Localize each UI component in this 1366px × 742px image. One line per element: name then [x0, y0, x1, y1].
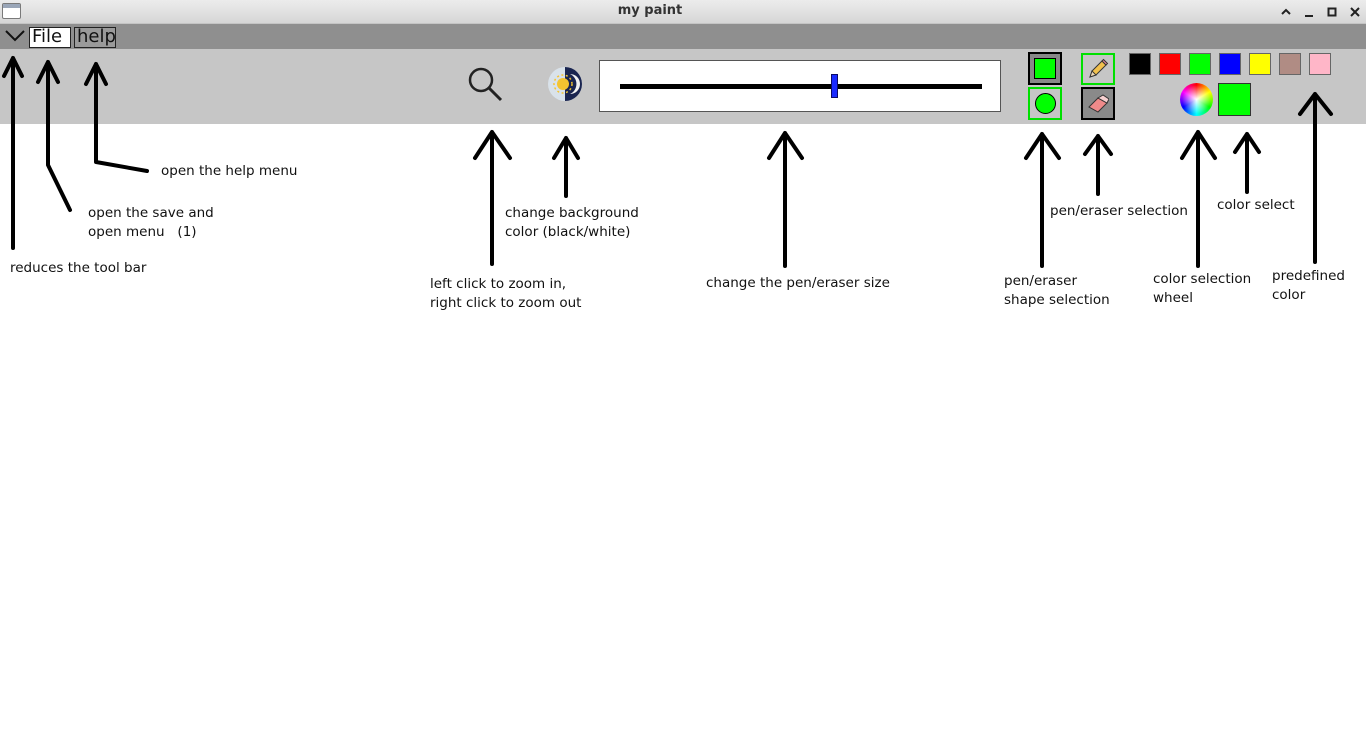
arrow-predefined [1298, 92, 1333, 264]
arrow-pen-eraser [1083, 134, 1113, 196]
arrow-wheel [1180, 130, 1217, 268]
note-shape: pen/eraser shape selection [1004, 273, 1110, 308]
app-window: my paint File help reduces the tool bar … [0, 0, 1366, 742]
arrow-shape [1024, 132, 1061, 268]
note-size: change the pen/eraser size [706, 275, 890, 291]
arrow-size [767, 131, 804, 268]
arrow-file-menu [36, 60, 72, 212]
note-reduce-toolbar: reduces the tool bar [10, 260, 147, 276]
arrow-zoom [473, 130, 512, 266]
note-zoom: left click to zoom in, right click to zo… [430, 276, 582, 311]
arrow-background [552, 136, 580, 198]
note-color-select: color select [1217, 197, 1295, 213]
annotation-arrows [2, 56, 1333, 268]
arrow-color-select [1233, 132, 1261, 194]
note-background: change background color (black/white) [505, 205, 639, 240]
note-pen-eraser: pen/eraser selection [1050, 203, 1188, 219]
arrow-reduce-toolbar [2, 56, 24, 250]
arrow-help-menu [84, 62, 149, 173]
note-wheel: color selection wheel [1153, 271, 1252, 306]
note-file-menu: open the save and open menu (1) [88, 205, 214, 240]
note-help-menu: open the help menu [161, 163, 298, 179]
note-predefined: predefined color [1272, 268, 1345, 303]
